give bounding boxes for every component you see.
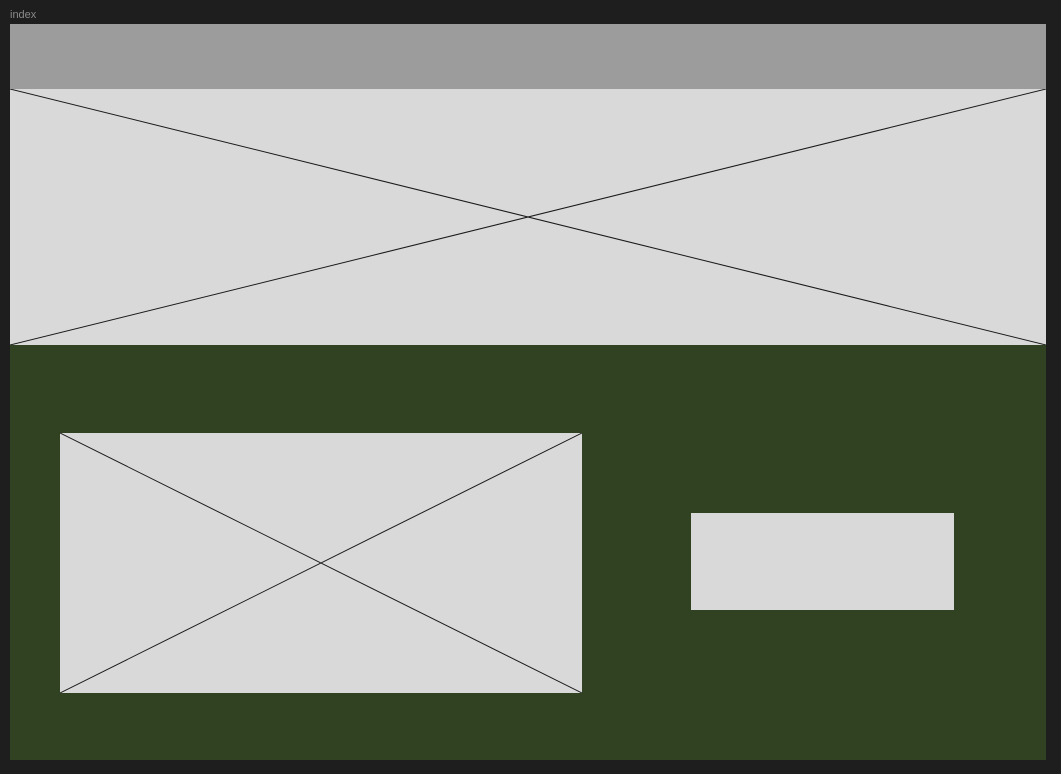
artboard: [10, 24, 1046, 760]
content-section: [10, 345, 1046, 760]
image-placeholder-icon: [60, 433, 582, 693]
hero-image-placeholder: [10, 89, 1046, 345]
content-image-placeholder: [60, 433, 582, 693]
image-placeholder-icon: [10, 89, 1046, 345]
content-text-box: [691, 513, 954, 610]
header-bar: [10, 24, 1046, 89]
frame-label: index: [10, 9, 37, 21]
